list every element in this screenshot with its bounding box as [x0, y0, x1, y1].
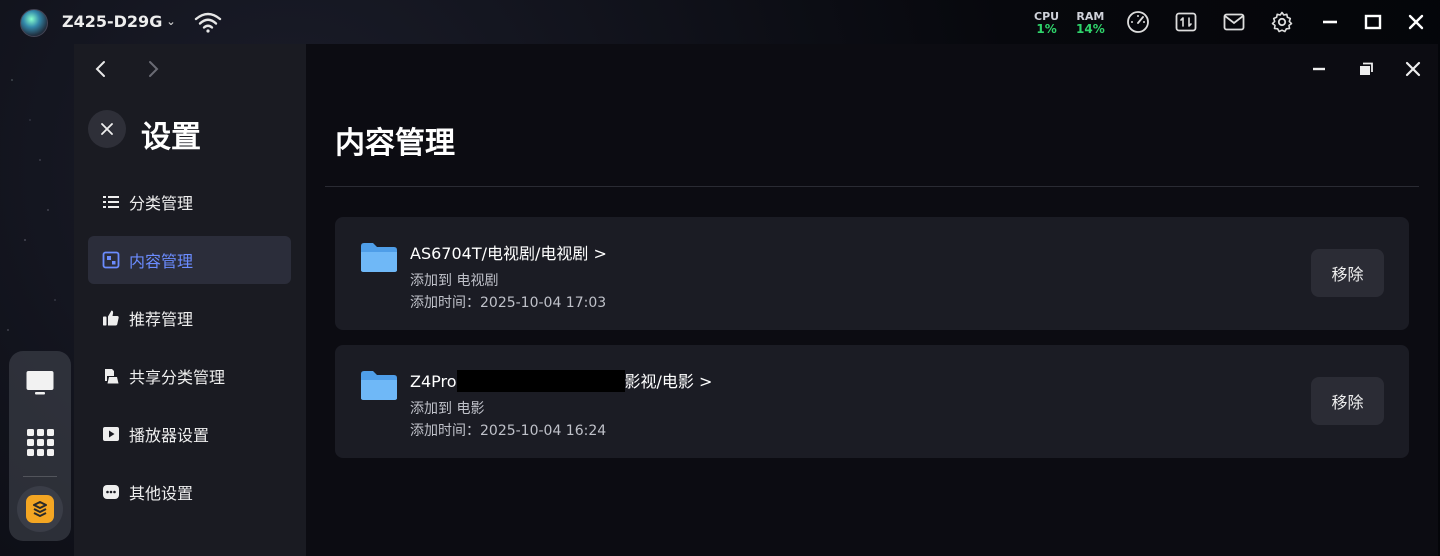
media-app-dock-button[interactable] — [17, 486, 63, 532]
ram-value: 14% — [1076, 22, 1105, 36]
added-to-text: 添加到 电视剧 — [410, 273, 499, 289]
content-entry-card: Z4Pro 影视/电影 > 添加到 电影 添加时间：2025-10-04 16:2… — [335, 345, 1409, 458]
wifi-icon[interactable] — [194, 11, 222, 33]
settings-title: 设置 — [141, 120, 201, 155]
speedometer-icon[interactable] — [1125, 9, 1151, 35]
chevron-right-icon[interactable] — [142, 58, 164, 80]
menu-item-shared-category-management[interactable]: 共享分类管理 — [88, 352, 291, 400]
system-top-bar: Z425-D29G ⌄ CPU 1% RAM 14% — [0, 0, 1440, 44]
thumbs-up-icon — [102, 309, 120, 327]
list-icon — [102, 193, 120, 211]
dock-divider — [23, 476, 57, 477]
chevron-down-icon: ⌄ — [166, 15, 176, 28]
device-name: Z425-D29G — [62, 12, 163, 31]
added-time-text: 添加时间：2025-10-04 16:24 — [410, 423, 607, 439]
content-icon — [102, 251, 120, 269]
device-selector[interactable]: Z425-D29G ⌄ — [62, 12, 176, 31]
menu-item-label: 共享分类管理 — [129, 368, 226, 387]
cpu-value: 1% — [1036, 22, 1057, 36]
window-restore-icon[interactable] — [1355, 58, 1377, 80]
remove-button[interactable]: 移除 — [1311, 249, 1384, 297]
window-close-icon[interactable] — [1402, 58, 1424, 80]
path-prefix: Z4Pro — [410, 372, 457, 391]
app-grid-icon[interactable] — [22, 424, 58, 460]
menu-item-recommend-management[interactable]: 推荐管理 — [88, 294, 291, 342]
menu-item-label: 播放器设置 — [129, 426, 210, 445]
menu-item-content-management[interactable]: 内容管理 — [88, 236, 291, 284]
minimize-icon[interactable] — [1317, 9, 1343, 35]
menu-item-label: 分类管理 — [129, 194, 194, 213]
ram-stat: RAM 14% — [1076, 10, 1105, 36]
share-icon — [102, 367, 120, 385]
menu-item-label: 其他设置 — [129, 484, 194, 503]
settings-sidebar: 设置 分类管理 内容管理 推荐管理 共享分类管理 播放器设置 其他设置 — [74, 44, 306, 556]
content-path-link[interactable]: AS6704T/电视剧/电视剧 > — [410, 240, 607, 264]
path-suffix: 影视/电影 > — [624, 372, 713, 391]
close-settings-button[interactable] — [88, 110, 126, 148]
menu-item-player-settings[interactable]: 播放器设置 — [88, 410, 291, 458]
play-icon — [102, 425, 120, 443]
folder-icon — [361, 243, 397, 272]
chevron-left-icon[interactable] — [90, 58, 112, 80]
folder-icon — [361, 371, 397, 400]
title-divider — [325, 186, 1419, 187]
window-minimize-icon[interactable] — [1308, 58, 1330, 80]
gear-icon[interactable] — [1269, 9, 1295, 35]
close-icon[interactable] — [1403, 9, 1429, 35]
settings-window: 设置 分类管理 内容管理 推荐管理 共享分类管理 播放器设置 其他设置 内容管理… — [74, 44, 1438, 556]
cpu-stat: CPU 1% — [1034, 10, 1059, 36]
page-title: 内容管理 — [335, 126, 455, 161]
more-icon — [102, 483, 120, 501]
left-dock — [9, 351, 71, 541]
menu-item-category-management[interactable]: 分类管理 — [88, 178, 291, 226]
menu-item-label: 推荐管理 — [129, 310, 194, 329]
monitor-icon[interactable] — [22, 365, 58, 401]
content-entry-card: AS6704T/电视剧/电视剧 > 添加到 电视剧 添加时间：2025-10-0… — [335, 217, 1409, 330]
user-avatar[interactable] — [20, 9, 48, 37]
maximize-icon[interactable] — [1360, 9, 1386, 35]
menu-item-other-settings[interactable]: 其他设置 — [88, 468, 291, 516]
settings-menu: 分类管理 内容管理 推荐管理 共享分类管理 播放器设置 其他设置 — [88, 178, 291, 526]
menu-item-label: 内容管理 — [129, 252, 194, 271]
content-path-link[interactable]: Z4Pro 影视/电影 > — [410, 368, 712, 392]
mail-icon[interactable] — [1221, 9, 1247, 35]
remove-button[interactable]: 移除 — [1311, 377, 1384, 425]
transfer-icon[interactable] — [1173, 9, 1199, 35]
redacted-block — [456, 370, 625, 392]
added-time-text: 添加时间：2025-10-04 17:03 — [410, 295, 607, 311]
content-management-panel: 内容管理 AS6704T/电视剧/电视剧 > 添加到 电视剧 添加时间：2025… — [306, 44, 1438, 556]
media-app-icon — [26, 495, 54, 523]
added-to-text: 添加到 电影 — [410, 401, 485, 417]
